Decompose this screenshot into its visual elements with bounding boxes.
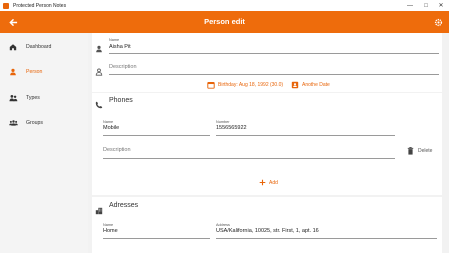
description-underline <box>109 74 439 75</box>
phone-number-label: Number <box>216 120 230 124</box>
window-titlebar: Protected Person Notes <box>0 0 449 11</box>
trash-icon <box>407 147 414 155</box>
phone-name-label: Name <box>103 120 114 124</box>
address-label: Address <box>216 223 230 227</box>
sidebar-item-dashboard[interactable]: Dashboard <box>0 40 88 54</box>
contact-card-icon <box>291 81 299 89</box>
sidebar: Dashboard Person Types Groups <box>0 33 88 253</box>
app-icon <box>3 2 9 9</box>
add-phone-button[interactable]: Add <box>259 179 278 186</box>
sidebar-item-types[interactable]: Types <box>0 91 88 105</box>
sidebar-item-label: Groups <box>26 120 44 126</box>
address-name-input[interactable]: Home <box>103 228 118 234</box>
address-input[interactable]: USA/Kalifornia, 10025, str. First, 1, ap… <box>216 228 319 234</box>
page-title: Person edit <box>204 17 245 26</box>
birthday-button[interactable]: Birthday: Aug 18, 1992 (30.0) <box>207 81 283 89</box>
sidebar-item-groups[interactable]: Groups <box>0 116 88 130</box>
main-content: Name Aisha Pit Description Birthday: Aug… <box>92 33 449 253</box>
person-card: Name Aisha Pit Description Birthday: Aug… <box>92 33 442 92</box>
phone-name-input[interactable]: Mobile <box>103 125 119 131</box>
name-label: Name <box>109 38 120 42</box>
delete-phone-button[interactable]: Delete <box>407 147 432 155</box>
person-icon <box>8 67 18 77</box>
address-underline <box>216 238 437 239</box>
sidebar-item-label: Types <box>26 95 40 101</box>
phone-number-underline <box>216 135 395 136</box>
phones-card: Phones Name Mobile Number 1556565922 Des… <box>92 93 442 195</box>
maximize-icon[interactable]: □ <box>418 0 434 11</box>
group-icon <box>8 118 18 128</box>
app-bar: Person edit <box>0 11 449 33</box>
address-name-label: Name <box>103 223 114 227</box>
plus-icon <box>259 179 266 186</box>
sidebar-item-label: Dashboard <box>26 44 52 50</box>
phones-title: Phones <box>109 97 133 104</box>
delete-label: Delete <box>418 148 433 154</box>
phone-description-input[interactable]: Description <box>103 147 131 153</box>
description-input[interactable]: Description <box>109 64 137 70</box>
another-date-label: Anothe Date <box>302 82 330 88</box>
people-icon <box>8 93 18 103</box>
another-date-button[interactable]: Anothe Date <box>291 81 330 89</box>
phone-number-input[interactable]: 1556565922 <box>216 125 247 131</box>
person-outline-icon <box>95 63 103 81</box>
close-icon[interactable]: ✕ <box>433 0 449 11</box>
name-underline <box>109 53 439 54</box>
home-icon <box>8 42 18 52</box>
add-label: Add <box>269 179 278 186</box>
phone-name-underline <box>103 135 210 136</box>
birthday-label: Birthday: Aug 18, 1992 (30.0) <box>218 82 284 88</box>
phone-description-underline <box>103 158 395 159</box>
sidebar-item-person[interactable]: Person <box>0 65 88 79</box>
sidebar-item-label: Person <box>26 69 43 75</box>
person-icon <box>95 40 103 58</box>
addresses-title: Adresses <box>109 202 139 209</box>
gear-icon[interactable] <box>431 15 445 29</box>
minimize-icon[interactable]: — <box>402 0 418 11</box>
phone-icon <box>95 96 103 114</box>
name-input[interactable]: Aisha Pit <box>109 44 131 50</box>
address-name-underline <box>103 238 210 239</box>
calendar-icon <box>207 81 215 89</box>
building-icon <box>95 202 103 220</box>
window-title: Protected Person Notes <box>13 2 67 9</box>
addresses-card: Adresses Name Home Address USA/Kaliforni… <box>92 197 442 253</box>
